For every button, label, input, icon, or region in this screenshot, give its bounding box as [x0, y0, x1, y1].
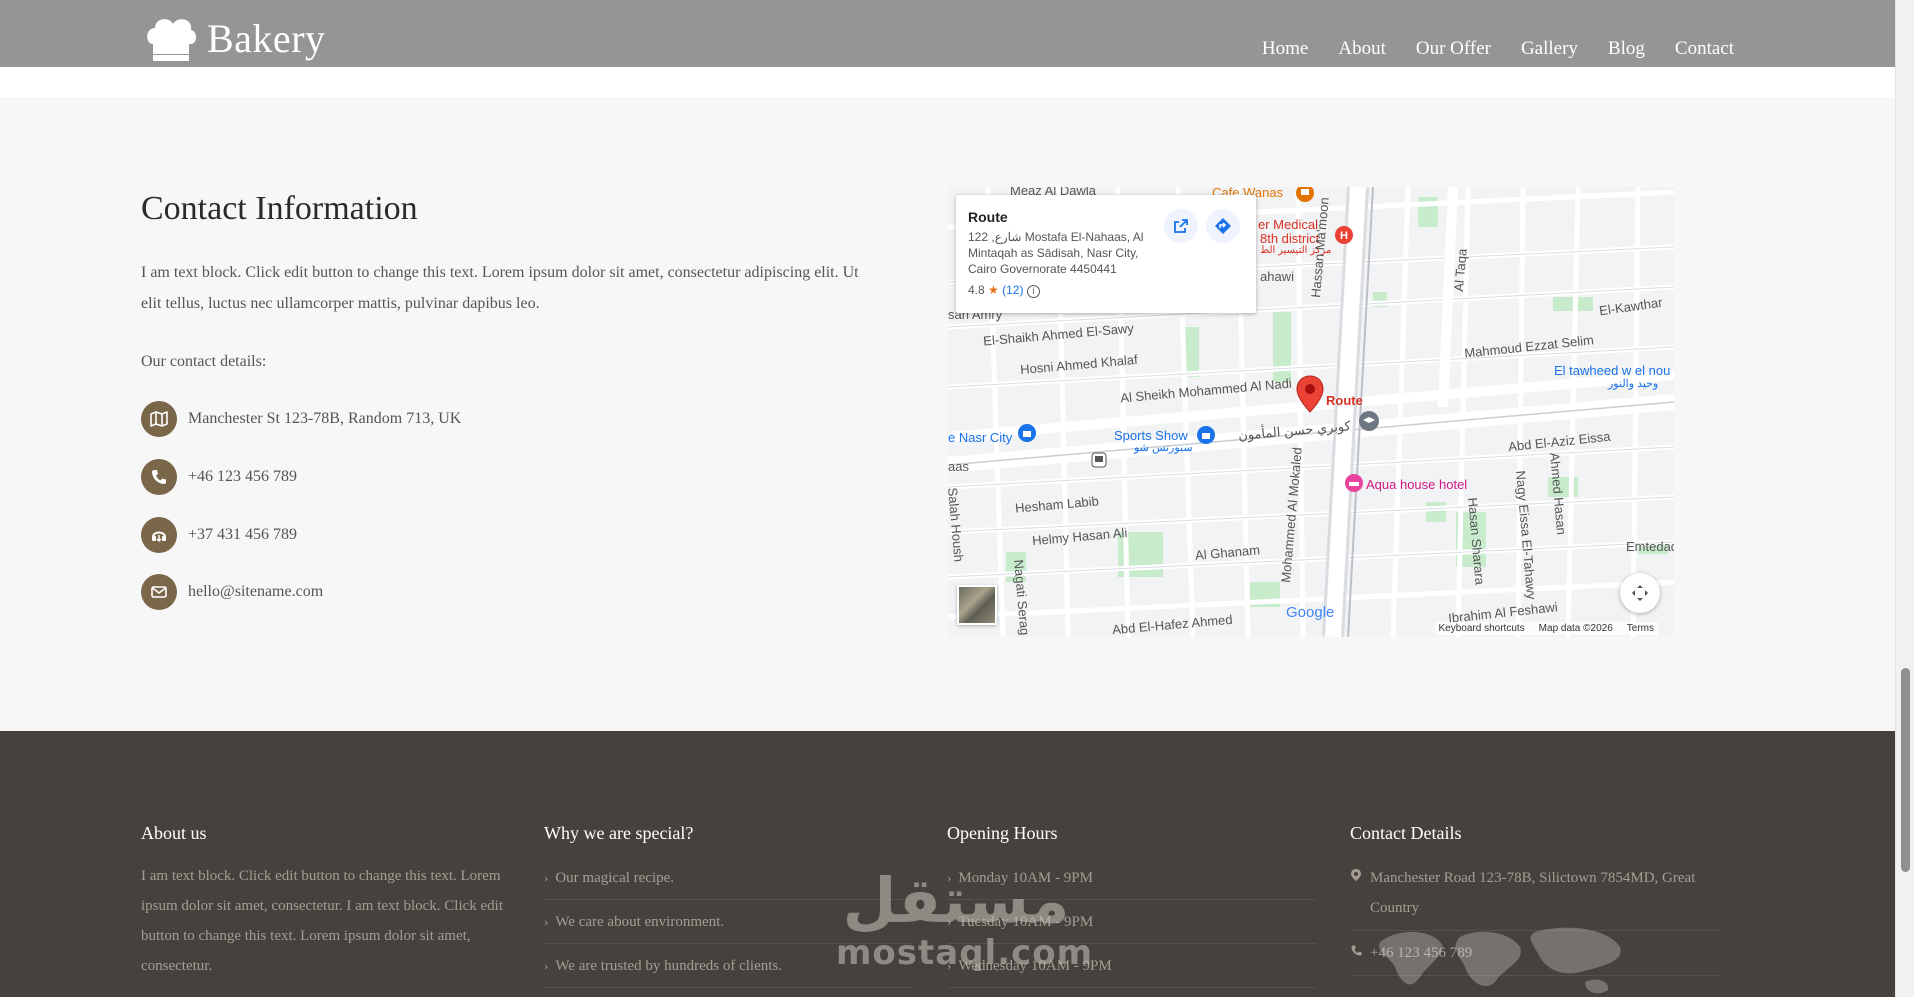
contact-subtitle: Our contact details:	[141, 353, 267, 370]
terms-link[interactable]: Terms	[1627, 623, 1654, 634]
watermark-arabic: مستقل	[842, 864, 1070, 937]
google-logo: Google	[1286, 604, 1335, 621]
place-rating: 4.8 ★ (12) i	[968, 283, 1244, 298]
map-icon	[141, 401, 177, 437]
map-attribution: Keyboard shortcuts Map data ©2026 Terms	[1434, 622, 1658, 635]
satellite-toggle[interactable]	[957, 585, 997, 625]
place-title: Route	[968, 209, 1008, 225]
transit-marker-icon[interactable]	[1091, 452, 1107, 468]
footer-contact-address: Manchester Road 123-78B, Silictown 7854M…	[1350, 856, 1720, 931]
watermark: مستقل mostaql.com	[836, 864, 1094, 988]
scrollbar-thumb[interactable]	[1901, 668, 1910, 872]
contact-description: I am text block. Click edit button to ch…	[141, 264, 859, 312]
fullscreen-button[interactable]	[1620, 573, 1660, 613]
watermark-latin: mostaql.com	[836, 933, 1094, 973]
map-data-label: Map data ©2026	[1538, 623, 1613, 634]
nav-gallery[interactable]: Gallery	[1521, 38, 1578, 60]
google-map[interactable]: Meaz Al Dawla Cafe Wanas er Medical 8th …	[948, 187, 1674, 637]
external-link-icon	[1174, 219, 1188, 233]
nav-home[interactable]: Home	[1262, 38, 1308, 60]
contact-phone-alt: +37 431 456 789	[141, 517, 297, 553]
keyboard-shortcuts-link[interactable]: Keyboard shortcuts	[1439, 623, 1525, 634]
hospital-marker-icon[interactable]: H	[1334, 225, 1354, 245]
shop-marker-icon[interactable]	[1017, 423, 1037, 447]
footer-hours-title: Opening Hours	[947, 823, 1058, 843]
info-icon[interactable]: i	[1026, 285, 1040, 298]
directions-icon	[1215, 218, 1231, 234]
contact-email: hello@sitename.com	[141, 574, 323, 610]
logo[interactable]: Bakery	[143, 14, 326, 62]
nav-contact[interactable]: Contact	[1675, 38, 1734, 60]
map-marker-icon	[1350, 863, 1370, 923]
nav-about[interactable]: About	[1338, 38, 1386, 60]
footer-about-title: About us	[141, 823, 207, 843]
phone-icon	[1350, 938, 1370, 968]
nav-our-offer[interactable]: Our Offer	[1416, 38, 1491, 60]
chevron-right-icon: ›	[544, 957, 549, 973]
contact-phone: +46 123 456 789	[141, 459, 297, 495]
envelope-icon	[141, 574, 177, 610]
phone-icon	[141, 459, 177, 495]
star-icon: ★	[988, 283, 999, 297]
footer-about: About us I am text block. Click edit but…	[141, 823, 511, 981]
hotel-marker-icon[interactable]	[1344, 473, 1364, 493]
contact-address: Manchester St 123-78B, Random 713, UK	[141, 401, 461, 437]
location-pin-icon[interactable]	[1296, 375, 1324, 413]
footer-special-title: Why we are special?	[544, 823, 694, 843]
pin-label: Route	[1326, 393, 1363, 408]
nav-blog[interactable]: Blog	[1608, 38, 1645, 60]
headset-icon	[141, 517, 177, 553]
contact-title: Contact Information	[141, 190, 418, 227]
logo-text: Bakery	[207, 15, 326, 61]
main-nav: Home About Our Offer Gallery Blog Contac…	[1262, 38, 1734, 60]
rating-count-link[interactable]: (12)	[1002, 283, 1023, 297]
chef-hat-icon	[147, 19, 197, 61]
school-marker-icon[interactable]	[1358, 410, 1380, 432]
chevron-right-icon: ›	[544, 869, 549, 885]
place-address: 122 ,شارع Mostafa El-Nahaas, Al Mintaqah…	[968, 230, 1144, 276]
cafe-marker-icon[interactable]	[1295, 187, 1315, 203]
footer-contact-title: Contact Details	[1350, 823, 1462, 843]
directions-button[interactable]	[1206, 209, 1240, 243]
expand-icon	[1632, 585, 1648, 601]
chevron-right-icon: ›	[544, 913, 549, 929]
shop-marker-icon-2[interactable]	[1196, 425, 1216, 449]
page-scrollbar[interactable]	[1895, 0, 1914, 997]
open-in-maps-button[interactable]	[1164, 209, 1198, 243]
site-header: Bakery Home About Our Offer Gallery Blog…	[0, 0, 1895, 67]
footer-about-text: I am text block. Click edit button to ch…	[141, 868, 504, 974]
world-map-icon	[1378, 927, 1621, 994]
map-place-card: Route 122 ,شارع Mostafa El-Nahaas, Al Mi…	[956, 195, 1256, 313]
svg-text:H: H	[1340, 230, 1348, 242]
contact-section: Contact Information I am text block. Cli…	[0, 97, 1895, 731]
